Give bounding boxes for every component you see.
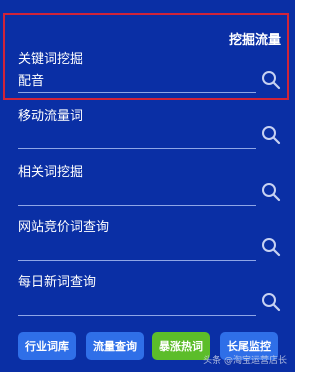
field-label: 关键词挖掘 [18,52,84,67]
field-label: 相关词挖掘 [18,165,84,180]
industry-lexicon-button[interactable]: 行业词库 [18,332,76,360]
field-underline [18,205,256,206]
search-icon[interactable] [261,292,281,312]
traffic-query-button[interactable]: 流量查询 [86,332,144,360]
search-icon[interactable] [261,237,281,257]
mobile-traffic-words-field[interactable]: 移动流量词 [18,109,281,154]
field-label: 移动流量词 [18,109,84,124]
field-underline [18,260,256,261]
related-words-mining-field[interactable]: 相关词挖掘 [18,165,281,210]
search-icon[interactable] [261,182,281,202]
field-label: 每日新词查询 [18,275,97,290]
watermark: 头条 @淘宝运营店长 [203,356,287,366]
field-underline [18,148,256,149]
keyword-mining-input[interactable]: 配音 [18,74,44,90]
search-icon[interactable] [261,70,281,90]
field-label: 网站竞价词查询 [18,220,110,235]
daily-new-words-query-field[interactable]: 每日新词查询 [18,275,281,320]
site-bid-words-query-field[interactable]: 网站竞价词查询 [18,220,281,265]
keyword-mining-field[interactable]: 关键词挖掘 配音 [18,52,281,97]
surging-hot-words-button[interactable]: 暴涨热词 [152,332,210,360]
field-underline [18,92,256,93]
keyword-tool-panel: 挖掘流量 关键词挖掘 配音 移动流量词 相关词挖掘 网站竞价词查询 每日新词查询… [0,0,295,372]
field-underline [18,315,256,316]
search-icon[interactable] [261,125,281,145]
